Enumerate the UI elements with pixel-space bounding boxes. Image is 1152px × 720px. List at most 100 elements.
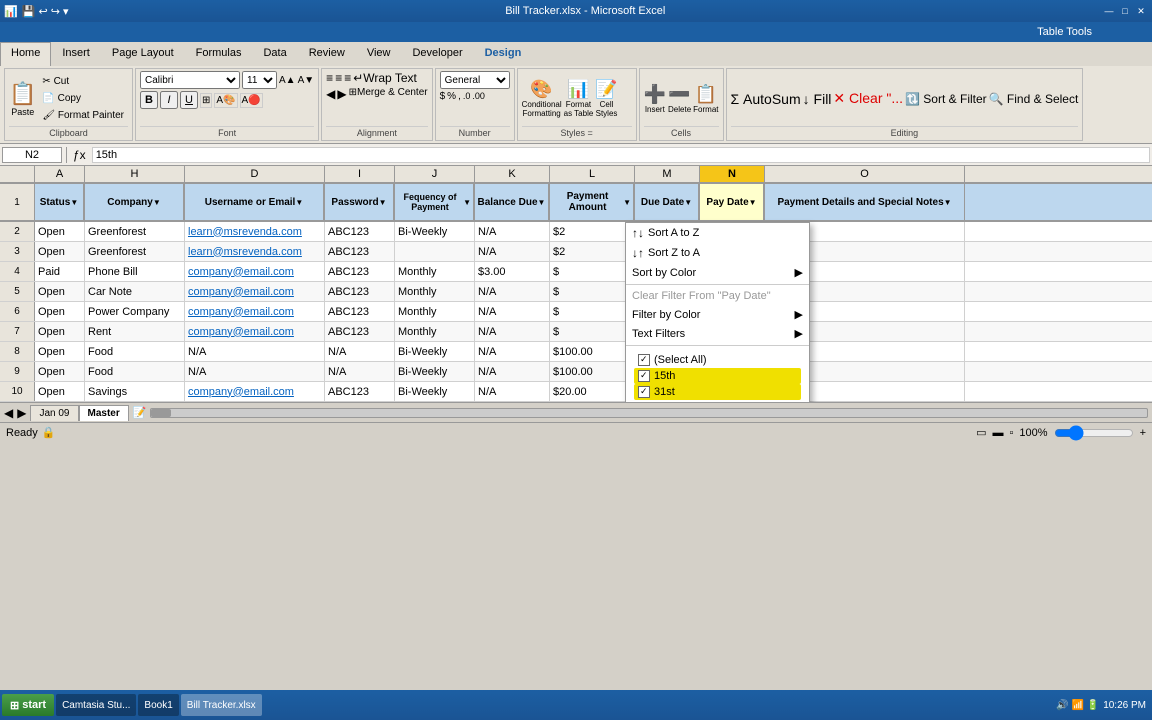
cell-reference-input[interactable]: [2, 147, 62, 163]
sort-by-color-item[interactable]: Sort by Color ▶: [626, 263, 809, 282]
col-header-H[interactable]: H: [85, 166, 185, 182]
tab-formulas[interactable]: Formulas: [185, 42, 253, 66]
sheet-scroll-right[interactable]: ▶: [17, 406, 26, 420]
fill-button[interactable]: ↓ Fill: [803, 91, 832, 107]
font-increase-button[interactable]: A▲: [279, 75, 296, 86]
cell-amount: $2: [550, 242, 635, 261]
col-header-I[interactable]: I: [325, 166, 395, 182]
formula-input[interactable]: [92, 147, 1150, 163]
font-family-select[interactable]: Calibri: [140, 71, 240, 89]
border-button[interactable]: ⊞: [200, 93, 212, 108]
editing-buttons: Σ AutoSum ↓ Fill ✕ Clear "... 🔃 Sort & F…: [731, 71, 1079, 126]
select-all-checkbox[interactable]: [638, 354, 650, 366]
format-as-table-button[interactable]: 📊 Formatas Table: [564, 79, 594, 118]
decrease-decimal-button[interactable]: .00: [472, 91, 485, 102]
cell-balance: $3.00: [475, 262, 550, 281]
arrow-right-icon-2: ▶: [795, 308, 803, 321]
cell-styles-button[interactable]: 📝 CellStyles: [595, 79, 617, 118]
align-top-center-button[interactable]: ≡: [335, 71, 342, 85]
sort-za-item[interactable]: ↓↑ Sort Z to A: [626, 243, 809, 263]
sheet-tab-icon[interactable]: 📝: [133, 406, 147, 419]
sheet-tab-master[interactable]: Master: [79, 405, 129, 421]
insert-button[interactable]: ➕ Insert: [644, 84, 666, 114]
view-page-break-button[interactable]: ▫: [1010, 427, 1014, 439]
tab-data[interactable]: Data: [252, 42, 297, 66]
minimize-button[interactable]: —: [1102, 4, 1116, 18]
taskbar-book1[interactable]: Book1: [138, 694, 178, 716]
find-select-button[interactable]: 🔍 Find & Select: [989, 92, 1079, 106]
tab-insert[interactable]: Insert: [51, 42, 101, 66]
col-header-J[interactable]: J: [395, 166, 475, 182]
sort-az-item[interactable]: ↑↓ Sort A to Z: [626, 223, 809, 243]
zoom-plus-button[interactable]: +: [1140, 427, 1146, 439]
underline-button[interactable]: U: [180, 91, 198, 109]
maximize-button[interactable]: □: [1118, 4, 1132, 18]
taskbar-camtasia[interactable]: Camtasia Stu...: [56, 694, 136, 716]
font-format-buttons: B I U ⊞ A🎨 A🔴: [140, 91, 314, 109]
italic-button[interactable]: I: [160, 91, 178, 109]
font-color-button[interactable]: A🔴: [240, 93, 263, 108]
col-header-N[interactable]: N: [700, 166, 765, 182]
align-left-button[interactable]: ◀: [326, 87, 335, 101]
cut-button[interactable]: ✂ Cut: [38, 74, 128, 89]
copy-button[interactable]: 📄 Copy: [38, 91, 128, 106]
select-all-item[interactable]: (Select All): [634, 352, 801, 368]
align-top-right-button[interactable]: ≡: [344, 71, 351, 85]
delete-button[interactable]: ➖ Delete: [668, 84, 691, 114]
col-header-K[interactable]: K: [475, 166, 550, 182]
col-header-A[interactable]: A: [35, 166, 85, 182]
col-header-D[interactable]: D: [185, 166, 325, 182]
fill-color-button[interactable]: A🎨: [214, 93, 237, 108]
row-number: 8: [0, 342, 35, 361]
option-31st-item[interactable]: 31st: [634, 384, 801, 400]
tab-review[interactable]: Review: [298, 42, 356, 66]
clear-filter-item: Clear Filter From "Pay Date": [626, 287, 809, 305]
tab-design[interactable]: Design: [474, 42, 533, 66]
start-button[interactable]: ⊞ start: [2, 694, 54, 716]
merge-button[interactable]: ⊞Merge & Center: [349, 87, 428, 101]
autosum-button[interactable]: Σ AutoSum: [731, 91, 801, 107]
option-15th-item[interactable]: 15th: [634, 368, 801, 384]
wrap-text-button[interactable]: ↵Wrap Text: [353, 71, 417, 85]
currency-button[interactable]: $: [440, 91, 446, 102]
conditional-formatting-button[interactable]: 🎨 ConditionalFormatting: [522, 79, 562, 118]
option-15th-checkbox[interactable]: [638, 370, 650, 382]
cell-company: Rent: [85, 322, 185, 341]
tab-page-layout[interactable]: Page Layout: [101, 42, 185, 66]
pay-date-filter-arrow[interactable]: ▼: [749, 198, 757, 207]
view-layout-button[interactable]: ▬: [993, 427, 1004, 439]
tab-developer[interactable]: Developer: [401, 42, 473, 66]
sort-filter-button[interactable]: 🔃 Sort & Filter: [905, 92, 987, 106]
text-filters-item[interactable]: Text Filters ▶: [626, 324, 809, 343]
increase-decimal-button[interactable]: .0: [463, 91, 471, 102]
align-top-left-button[interactable]: ≡: [326, 71, 333, 85]
tab-home[interactable]: Home: [0, 42, 51, 66]
horizontal-scrollbar[interactable]: [150, 408, 1148, 418]
view-normal-button[interactable]: ▭: [976, 426, 986, 439]
align-center-button[interactable]: ▶: [337, 87, 346, 101]
font-decrease-button[interactable]: A▼: [298, 75, 315, 86]
percent-button[interactable]: %: [447, 91, 456, 102]
sheet-scroll-left[interactable]: ◀: [4, 406, 13, 420]
filter-by-color-item[interactable]: Filter by Color ▶: [626, 305, 809, 324]
zoom-slider[interactable]: [1054, 425, 1134, 441]
font-size-select[interactable]: 11: [242, 71, 277, 89]
col-header-M[interactable]: M: [635, 166, 700, 182]
number-format-select[interactable]: General: [440, 71, 510, 89]
taskbar-bill-tracker[interactable]: Bill Tracker.xlsx: [181, 694, 262, 716]
option-31st-checkbox[interactable]: [638, 386, 650, 398]
comma-button[interactable]: ,: [458, 91, 461, 102]
title-bar-controls[interactable]: — □ ✕: [1102, 4, 1148, 18]
clear-button[interactable]: ✕ Clear "...: [833, 90, 903, 107]
bold-button[interactable]: B: [140, 91, 158, 109]
format-button[interactable]: 📋 Format: [693, 84, 718, 114]
col-header-O[interactable]: O: [765, 166, 965, 182]
paste-button[interactable]: 📋 Paste: [9, 81, 36, 117]
sheet-tab-jan09[interactable]: Jan 09: [30, 405, 78, 421]
close-button[interactable]: ✕: [1134, 4, 1148, 18]
col-header-L[interactable]: L: [550, 166, 635, 182]
tab-view[interactable]: View: [356, 42, 402, 66]
format-painter-button[interactable]: 🖌 Format Painter: [38, 108, 128, 123]
cell-frequency: Monthly: [395, 302, 475, 321]
function-button[interactable]: ƒx: [73, 148, 86, 162]
